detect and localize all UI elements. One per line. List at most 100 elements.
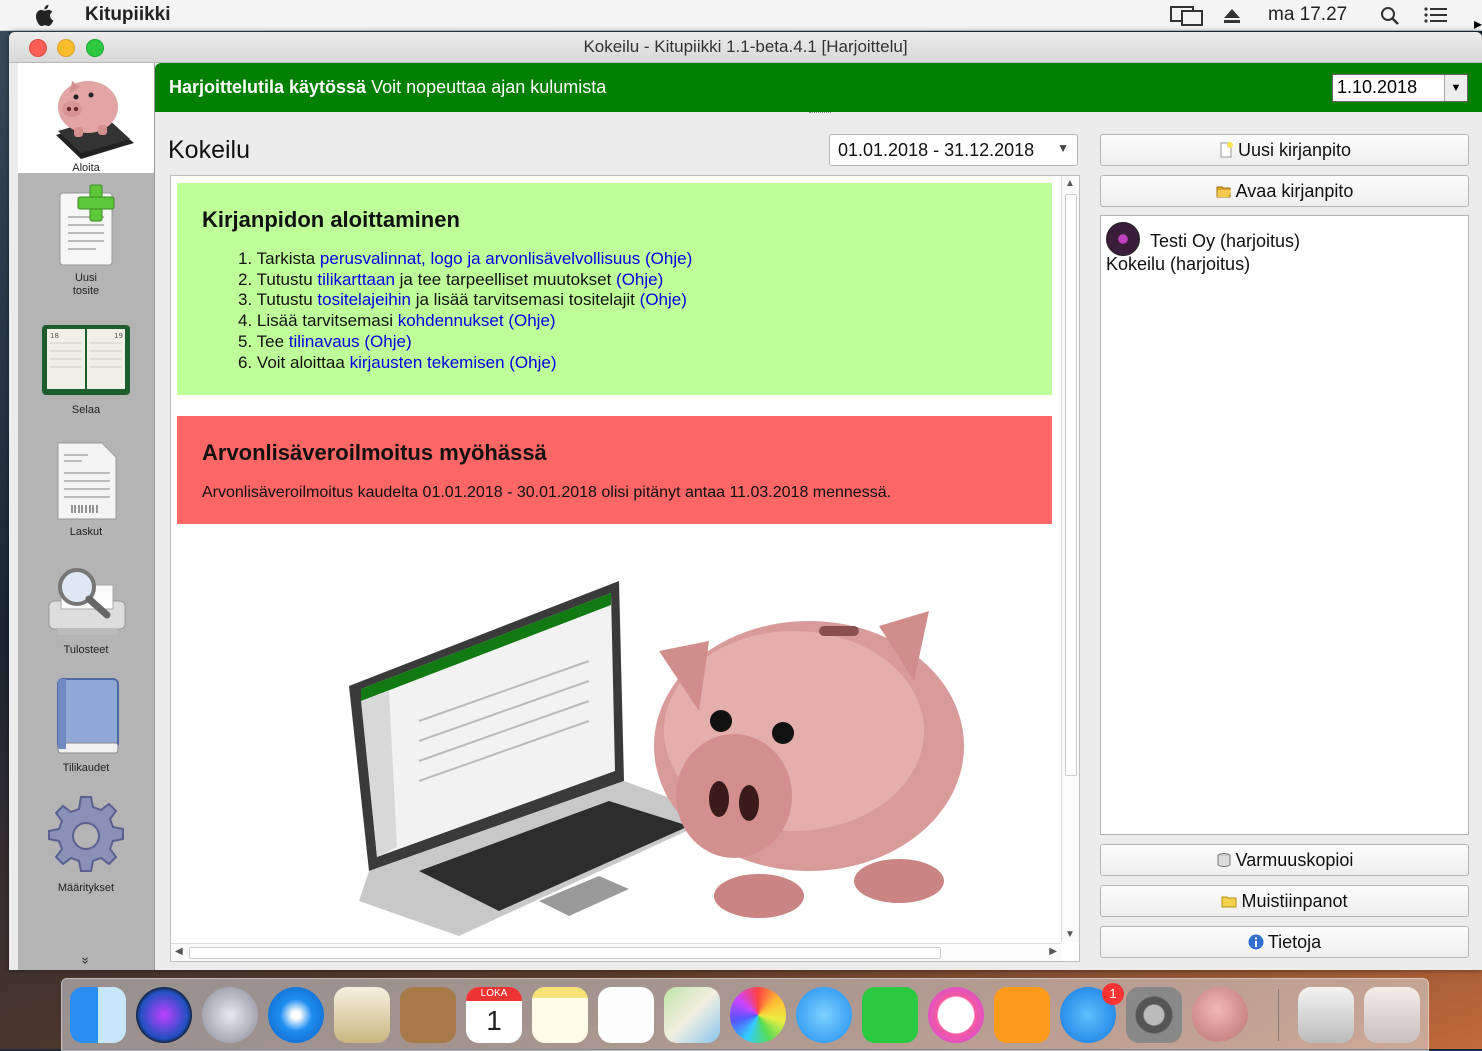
company-logo-icon xyxy=(1106,222,1140,256)
backup-button[interactable]: Varmuuskopioi xyxy=(1100,844,1469,876)
new-bookkeeping-button[interactable]: Uusi kirjanpito xyxy=(1100,134,1469,166)
list-item[interactable]: Kokeilu (harjoitus) xyxy=(1106,254,1250,275)
vat-warning-card: Arvonlisäveroilmoitus myöhässä Arvonlisä… xyxy=(177,416,1052,524)
splitter-handle[interactable] xyxy=(809,112,831,115)
sidebar-item-tilikaudet[interactable]: Tilikaudet xyxy=(18,675,154,775)
help-link[interactable]: (Ohje) xyxy=(616,270,663,289)
downloads-icon[interactable] xyxy=(1298,987,1354,1043)
step-text: Tarkista xyxy=(256,249,316,268)
svg-text:19: 19 xyxy=(114,332,123,340)
simulated-date-field[interactable]: 1.10.2018 ▼ xyxy=(1332,74,1468,102)
mail-icon[interactable] xyxy=(334,987,390,1043)
practice-mode-banner: Harjoittelutila käytössä Voit nopeuttaa … xyxy=(155,63,1482,112)
maps-icon[interactable] xyxy=(664,987,720,1043)
open-bookkeeping-button[interactable]: Avaa kirjanpito xyxy=(1100,175,1469,207)
sidebar-item-tulosteet[interactable]: Tulosteet xyxy=(18,557,154,657)
step-link[interactable]: tilikarttaan xyxy=(317,270,394,289)
app-menu[interactable]: Kitupiikki xyxy=(85,4,171,26)
messages-icon[interactable] xyxy=(796,987,852,1043)
step-link[interactable]: kohdennukset xyxy=(398,311,504,330)
ibooks-icon[interactable] xyxy=(994,987,1050,1043)
facetime-icon[interactable] xyxy=(862,987,918,1043)
help-link[interactable]: (Ohje) xyxy=(509,353,556,372)
step-text: ja lisää tarvitsemasi tositelajit xyxy=(415,290,635,310)
notification-center-icon[interactable] xyxy=(1424,7,1448,29)
step-text: Tutustu xyxy=(256,290,313,310)
step-number: 5. xyxy=(238,331,253,351)
step-link[interactable]: tilinavaus xyxy=(289,332,360,351)
calendar-month: LOKA xyxy=(466,987,522,1001)
page-title: Kokeilu xyxy=(168,136,250,164)
print-preview-icon xyxy=(48,568,126,635)
vat-warning-text: Arvonlisäveroilmoitus kaudelta 01.01.201… xyxy=(202,484,892,501)
calendar-icon[interactable]: LOKA 1 xyxy=(466,987,522,1043)
scroll-down-icon[interactable]: ▼ xyxy=(1065,929,1075,940)
svg-text:18: 18 xyxy=(50,332,59,340)
notes-icon[interactable] xyxy=(532,987,588,1043)
scrollbar-thumb[interactable] xyxy=(189,947,941,959)
safari-icon[interactable] xyxy=(268,987,324,1043)
sidebar-more-icon[interactable]: » xyxy=(79,893,94,971)
period-select[interactable]: 01.01.2018 - 31.12.2018 ▼ xyxy=(829,134,1078,166)
finder-icon[interactable] xyxy=(70,987,126,1043)
sidebar-item-maaritykset[interactable]: Määritykset xyxy=(18,793,154,894)
siri-icon[interactable] xyxy=(136,987,192,1043)
horizontal-scrollbar[interactable]: ◀ ▶ xyxy=(171,943,1061,961)
sidebar-item-laskut[interactable]: Laskut xyxy=(18,439,154,539)
database-icon xyxy=(1217,853,1231,868)
sidebar-item-label: Laskut xyxy=(69,526,103,538)
photos-icon[interactable] xyxy=(730,987,786,1043)
steps-list: 1. Tarkista perusvalinnat, logo ja arvon… xyxy=(238,249,692,373)
info-button[interactable]: Tietoja xyxy=(1100,926,1469,958)
reminders-icon[interactable] xyxy=(598,987,654,1043)
notes-button[interactable]: Muistiinpanot xyxy=(1100,885,1469,917)
sidebar-item-uusi-tosite[interactable]: Uusi tosite xyxy=(18,183,154,297)
scroll-right-icon[interactable]: ▶ xyxy=(1049,946,1057,957)
scrollbar-thumb[interactable] xyxy=(1065,194,1077,776)
vertical-scrollbar[interactable]: ▲ ▼ xyxy=(1061,176,1079,942)
recent-bookkeepings-list: Testi Oy (harjoitus) Kokeilu (harjoitus) xyxy=(1100,215,1469,835)
laptop-and-piggy-bank-illustration xyxy=(349,581,964,936)
list-item[interactable]: Testi Oy (harjoitus) xyxy=(1106,222,1300,256)
sidebar-item-selaa[interactable]: 18 19 Selaa xyxy=(18,321,154,421)
sidebar-item-label: Aloita xyxy=(72,162,100,174)
new-document-icon xyxy=(59,184,115,266)
step-link[interactable]: kirjausten tekemisen xyxy=(350,353,505,372)
launchpad-icon[interactable] xyxy=(202,987,258,1043)
banner-title: Harjoittelutila käytössä xyxy=(169,77,367,97)
help-link[interactable]: (Ohje) xyxy=(645,249,692,268)
step-number: 4. xyxy=(238,311,253,331)
system-preferences-icon[interactable] xyxy=(1126,987,1182,1043)
kitupiikki-icon[interactable] xyxy=(1192,987,1248,1043)
spotlight-search-icon[interactable] xyxy=(1380,6,1400,32)
step-number: 1. xyxy=(238,249,253,268)
appstore-badge: 1 xyxy=(1102,983,1124,1005)
trash-icon[interactable] xyxy=(1364,987,1420,1043)
chevron-down-icon[interactable]: ▼ xyxy=(1444,75,1467,101)
apple-menu-icon[interactable] xyxy=(35,3,56,33)
window-title: Kokeilu - Kitupiikki 1.1-beta.4.1 [Harjo… xyxy=(583,37,908,56)
new-bookkeeping-label: Uusi kirjanpito xyxy=(1237,140,1352,160)
sidebar-item-aloita[interactable]: Aloita xyxy=(18,63,154,174)
list-item: 3. Tutustu tositelajeihin ja lisää tarvi… xyxy=(238,290,692,311)
info-label: Tietoja xyxy=(1267,932,1322,952)
scroll-left-icon[interactable]: ◀ xyxy=(175,946,183,957)
airplay-icon[interactable] xyxy=(1170,5,1204,33)
contacts-icon[interactable] xyxy=(400,987,456,1043)
scroll-up-icon[interactable]: ▲ xyxy=(1065,178,1075,189)
step-link[interactable]: tositelajeihin xyxy=(317,290,411,309)
eject-icon[interactable] xyxy=(1222,7,1242,31)
book-icon xyxy=(57,678,119,754)
sidebar-item-label: Tulosteet xyxy=(63,644,109,656)
title-bar[interactable]: Kokeilu - Kitupiikki 1.1-beta.4.1 [Harjo… xyxy=(9,32,1482,63)
step-text: Tutustu xyxy=(256,269,313,289)
step-link[interactable]: perusvalinnat, logo ja arvonlisävelvolli… xyxy=(320,249,640,268)
help-link[interactable]: (Ohje) xyxy=(364,332,411,351)
itunes-icon[interactable] xyxy=(928,987,984,1043)
content-panel: Kirjanpidon aloittaminen 1. Tarkista per… xyxy=(170,175,1080,962)
clock[interactable]: ma 17.27 xyxy=(1268,4,1347,26)
help-link[interactable]: (Ohje) xyxy=(640,290,687,309)
mouse-cursor-icon: ▸ xyxy=(1474,16,1482,33)
step-text: Voit aloittaa xyxy=(256,352,345,372)
help-link[interactable]: (Ohje) xyxy=(508,311,555,330)
